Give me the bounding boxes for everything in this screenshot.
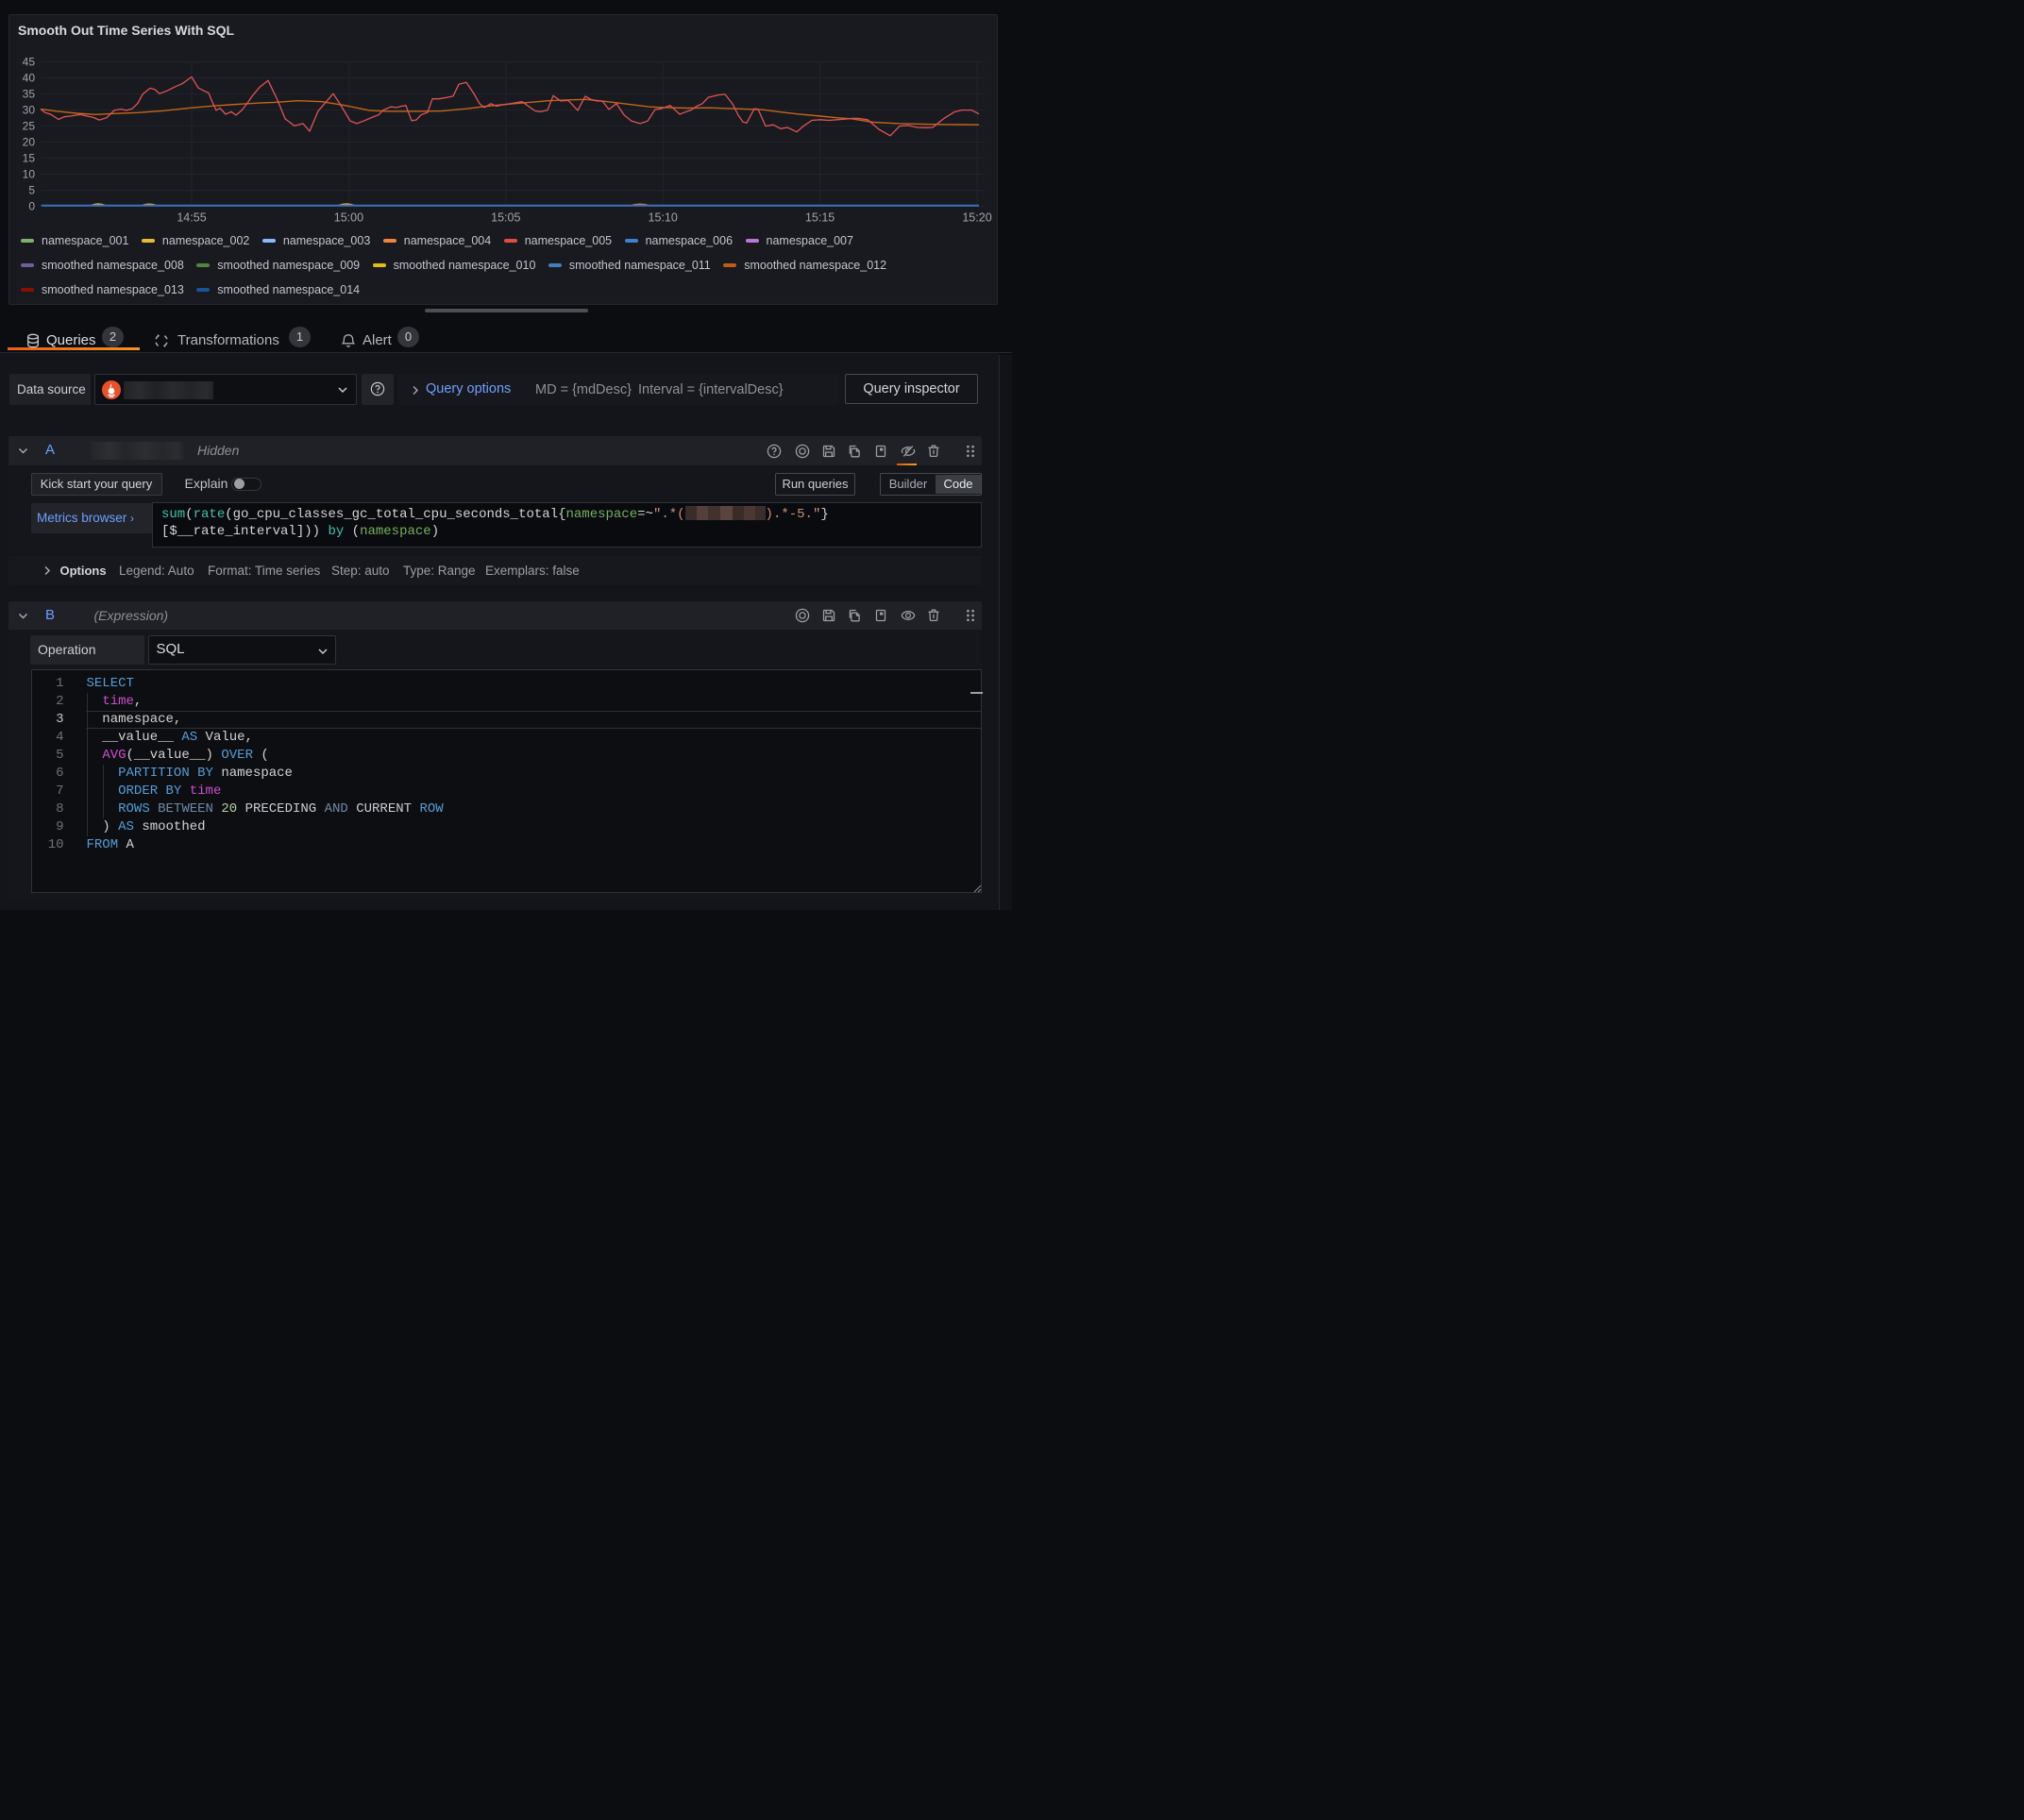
svg-text:14:55: 14:55 bbox=[177, 211, 206, 225]
svg-text:20: 20 bbox=[23, 136, 36, 149]
svg-text:25: 25 bbox=[23, 120, 36, 133]
svg-text:15:15: 15:15 bbox=[805, 211, 835, 225]
svg-text:15:10: 15:10 bbox=[649, 211, 678, 225]
svg-text:0: 0 bbox=[28, 200, 35, 213]
svg-text:15:00: 15:00 bbox=[334, 211, 363, 225]
svg-text:5: 5 bbox=[28, 184, 35, 197]
svg-text:15:20: 15:20 bbox=[962, 211, 991, 225]
svg-text:40: 40 bbox=[23, 72, 36, 85]
svg-text:15:05: 15:05 bbox=[491, 211, 520, 225]
svg-text:15: 15 bbox=[23, 152, 36, 165]
svg-text:30: 30 bbox=[23, 104, 36, 117]
svg-text:10: 10 bbox=[23, 168, 36, 181]
svg-text:35: 35 bbox=[23, 88, 36, 101]
svg-text:45: 45 bbox=[23, 56, 36, 69]
